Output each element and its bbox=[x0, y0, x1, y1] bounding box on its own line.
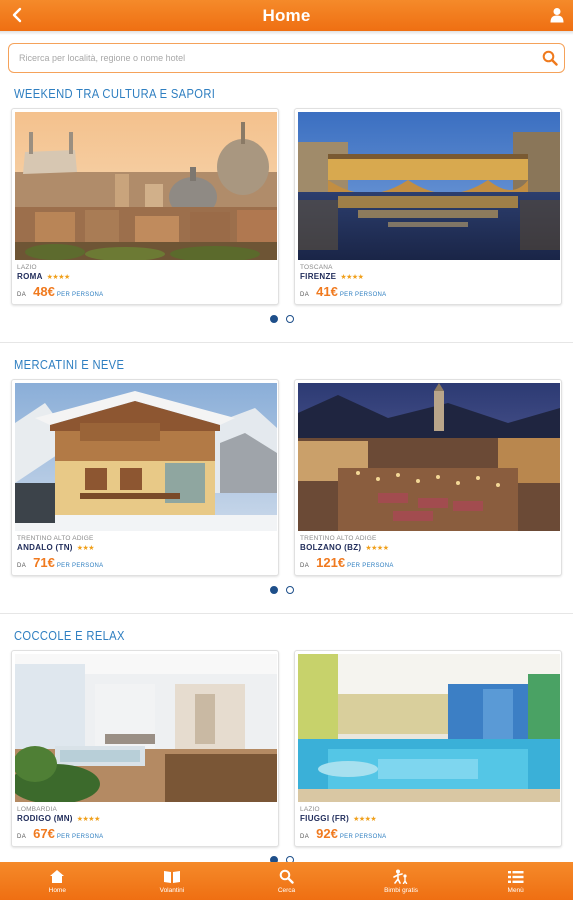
card-title-row: BOLZANO (BZ) ★★★★ bbox=[300, 543, 389, 552]
offer-card-andalo[interactable]: TRENTINO ALTO ADIGE ANDALO (TN) ★★★ DA 7… bbox=[11, 379, 279, 576]
card-city: FIUGGI (FR) bbox=[300, 814, 350, 823]
pager-dot[interactable] bbox=[286, 586, 294, 594]
card-price-row: DA 92€ PER PERSONA bbox=[300, 826, 387, 841]
star-rating: ★★★★ bbox=[46, 273, 71, 281]
search-bar bbox=[8, 43, 565, 73]
card-region: LOMBARDIA bbox=[17, 806, 58, 813]
card-price: 92€ bbox=[316, 826, 338, 841]
card-title-row: ANDALO (TN) ★★★ bbox=[17, 543, 95, 552]
price-unit: PER PERSONA bbox=[339, 834, 387, 840]
app-screen: Home WEEKEND TRA CULTURA E SAPORI bbox=[0, 0, 573, 900]
offer-card-roma[interactable]: LAZIO ROMA ★★★★ DA 48€ PER PERSONA bbox=[11, 108, 279, 305]
card-title-row: FIRENZE ★★★★ bbox=[300, 272, 364, 281]
star-rating: ★★★★ bbox=[76, 815, 101, 823]
star-rating: ★★★★ bbox=[340, 273, 364, 281]
card-price-row: DA 67€ PER PERSONA bbox=[17, 826, 104, 841]
bottom-navigation: Home Volantini Cerca Bimbi gratis Menù bbox=[0, 862, 573, 900]
card-city: FIRENZE bbox=[300, 272, 337, 281]
pager-dot-active[interactable] bbox=[270, 315, 278, 323]
card-city: BOLZANO (BZ) bbox=[300, 543, 362, 552]
nav-label: Cerca bbox=[277, 886, 296, 894]
nav-label: Menù bbox=[507, 886, 524, 894]
search-icon[interactable] bbox=[536, 44, 564, 72]
carousel-pager bbox=[270, 586, 294, 594]
search-icon bbox=[277, 869, 295, 885]
card-price-row: DA 41€ PER PERSONA bbox=[300, 284, 387, 299]
family-icon bbox=[392, 869, 410, 885]
card-price-row: DA 121€ PER PERSONA bbox=[300, 555, 394, 570]
price-unit: PER PERSONA bbox=[56, 834, 104, 840]
card-region: LAZIO bbox=[300, 806, 320, 813]
menu-list-icon bbox=[507, 869, 525, 885]
section-title-mercatini: MERCATINI E NEVE bbox=[14, 357, 125, 372]
nav-label: Volantini bbox=[159, 886, 185, 894]
card-region: TOSCANA bbox=[300, 264, 333, 271]
top-bar-shadow bbox=[0, 31, 573, 35]
card-region: LAZIO bbox=[17, 264, 37, 271]
star-rating: ★★★★ bbox=[365, 544, 389, 552]
offer-card-firenze[interactable]: TOSCANA FIRENZE ★★★★ DA 41€ PER PERSONA bbox=[294, 108, 562, 305]
pager-dot-active[interactable] bbox=[270, 586, 278, 594]
spa-lounge-image bbox=[15, 654, 277, 802]
section-divider bbox=[0, 613, 573, 614]
price-unit: PER PERSONA bbox=[56, 292, 104, 298]
pager-dot[interactable] bbox=[286, 315, 294, 323]
alpine-chalet-image bbox=[15, 383, 277, 531]
price-prefix: DA bbox=[300, 834, 310, 840]
nav-menu[interactable]: Menù bbox=[458, 862, 573, 900]
nav-home[interactable]: Home bbox=[0, 862, 115, 900]
rome-skyline-image bbox=[15, 112, 277, 260]
card-price-row: DA 48€ PER PERSONA bbox=[17, 284, 104, 299]
section-divider bbox=[0, 342, 573, 343]
offer-card-bolzano[interactable]: TRENTINO ALTO ADIGE BOLZANO (BZ) ★★★★ DA… bbox=[294, 379, 562, 576]
card-title-row: RODIGO (MN) ★★★★ bbox=[17, 814, 100, 823]
card-region: TRENTINO ALTO ADIGE bbox=[17, 535, 94, 542]
nav-label: Bimbi gratis bbox=[384, 886, 419, 894]
user-icon[interactable] bbox=[546, 4, 568, 26]
nav-bimbi-gratis[interactable]: Bimbi gratis bbox=[344, 862, 459, 900]
card-city: ANDALO (TN) bbox=[17, 543, 73, 552]
offer-card-rodigo[interactable]: LOMBARDIA RODIGO (MN) ★★★★ DA 67€ PER PE… bbox=[11, 650, 279, 847]
offer-card-fiuggi[interactable]: LAZIO FIUGGI (FR) ★★★★ DA 92€ PER PERSON… bbox=[294, 650, 562, 847]
nav-label: Home bbox=[48, 886, 66, 894]
florence-ponte-vecchio-image bbox=[298, 112, 560, 260]
section-title-weekend: WEEKEND TRA CULTURA E SAPORI bbox=[14, 86, 216, 101]
price-prefix: DA bbox=[300, 563, 310, 569]
card-title-row: ROMA ★★★★ bbox=[17, 272, 70, 281]
card-price: 48€ bbox=[33, 284, 55, 299]
price-prefix: DA bbox=[17, 563, 27, 569]
card-price: 121€ bbox=[316, 555, 346, 570]
card-price: 67€ bbox=[33, 826, 55, 841]
book-icon bbox=[163, 869, 181, 885]
price-prefix: DA bbox=[17, 292, 27, 298]
section-title-coccole: COCCOLE E RELAX bbox=[14, 628, 125, 643]
price-prefix: DA bbox=[17, 834, 27, 840]
star-rating: ★★★ bbox=[76, 544, 95, 552]
price-unit: PER PERSONA bbox=[339, 292, 387, 298]
card-region: TRENTINO ALTO ADIGE bbox=[300, 535, 377, 542]
price-unit: PER PERSONA bbox=[347, 563, 394, 569]
card-city: ROMA bbox=[17, 272, 43, 281]
nav-cerca[interactable]: Cerca bbox=[229, 862, 344, 900]
carousel-pager bbox=[270, 315, 294, 323]
card-price-row: DA 71€ PER PERSONA bbox=[17, 555, 104, 570]
nav-volantini[interactable]: Volantini bbox=[115, 862, 230, 900]
card-price: 41€ bbox=[316, 284, 338, 299]
christmas-market-image bbox=[298, 383, 560, 531]
star-rating: ★★★★ bbox=[353, 815, 377, 823]
card-price: 71€ bbox=[33, 555, 55, 570]
price-unit: PER PERSONA bbox=[56, 563, 104, 569]
card-title-row: FIUGGI (FR) ★★★★ bbox=[300, 814, 377, 823]
search-input[interactable] bbox=[9, 44, 536, 72]
card-city: RODIGO (MN) bbox=[17, 814, 73, 823]
top-app-bar: Home bbox=[0, 0, 573, 31]
back-arrow-icon[interactable] bbox=[6, 4, 28, 26]
indoor-pool-image bbox=[298, 654, 560, 802]
price-prefix: DA bbox=[300, 292, 310, 298]
page-title: Home bbox=[262, 5, 311, 25]
home-icon bbox=[48, 869, 66, 885]
